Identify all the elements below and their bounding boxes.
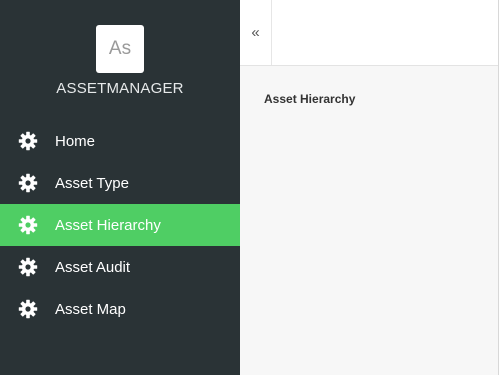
brand-logo-text: As — [108, 38, 132, 59]
collapse-sidebar-button[interactable]: « — [240, 0, 272, 65]
gear-icon — [17, 172, 39, 194]
gear-icon — [17, 130, 39, 152]
sidebar-item-label: Asset Type — [55, 174, 129, 192]
sidebar-item-asset-type[interactable]: Asset Type — [0, 162, 240, 204]
sidebar-item-asset-map[interactable]: Asset Map — [0, 288, 240, 330]
sidebar: As ASSETMANAGER Home Asset Type Asset Hi… — [0, 0, 240, 375]
sidebar-item-asset-audit[interactable]: Asset Audit — [0, 246, 240, 288]
gear-icon — [17, 298, 39, 320]
topbar: « — [240, 0, 499, 66]
double-chevron-left-icon: « — [251, 24, 260, 41]
sidebar-item-asset-hierarchy[interactable]: Asset Hierarchy — [0, 204, 240, 246]
page-title: Asset Hierarchy — [264, 92, 356, 106]
sidebar-item-label: Asset Audit — [55, 258, 131, 276]
sidebar-item-label: Home — [55, 132, 96, 150]
gear-icon — [17, 256, 39, 278]
gear-icon — [17, 214, 39, 236]
sidebar-item-label: Asset Hierarchy — [55, 216, 161, 234]
app-window: As ASSETMANAGER Home Asset Type Asset Hi… — [0, 0, 499, 375]
brand-logo: As — [96, 25, 144, 73]
sidebar-item-home[interactable]: Home — [0, 120, 240, 162]
sidebar-item-label: Asset Map — [55, 300, 126, 318]
brand-name: ASSETMANAGER — [56, 80, 184, 97]
sidebar-nav: Home Asset Type Asset Hierarchy Asset Au… — [0, 120, 240, 330]
